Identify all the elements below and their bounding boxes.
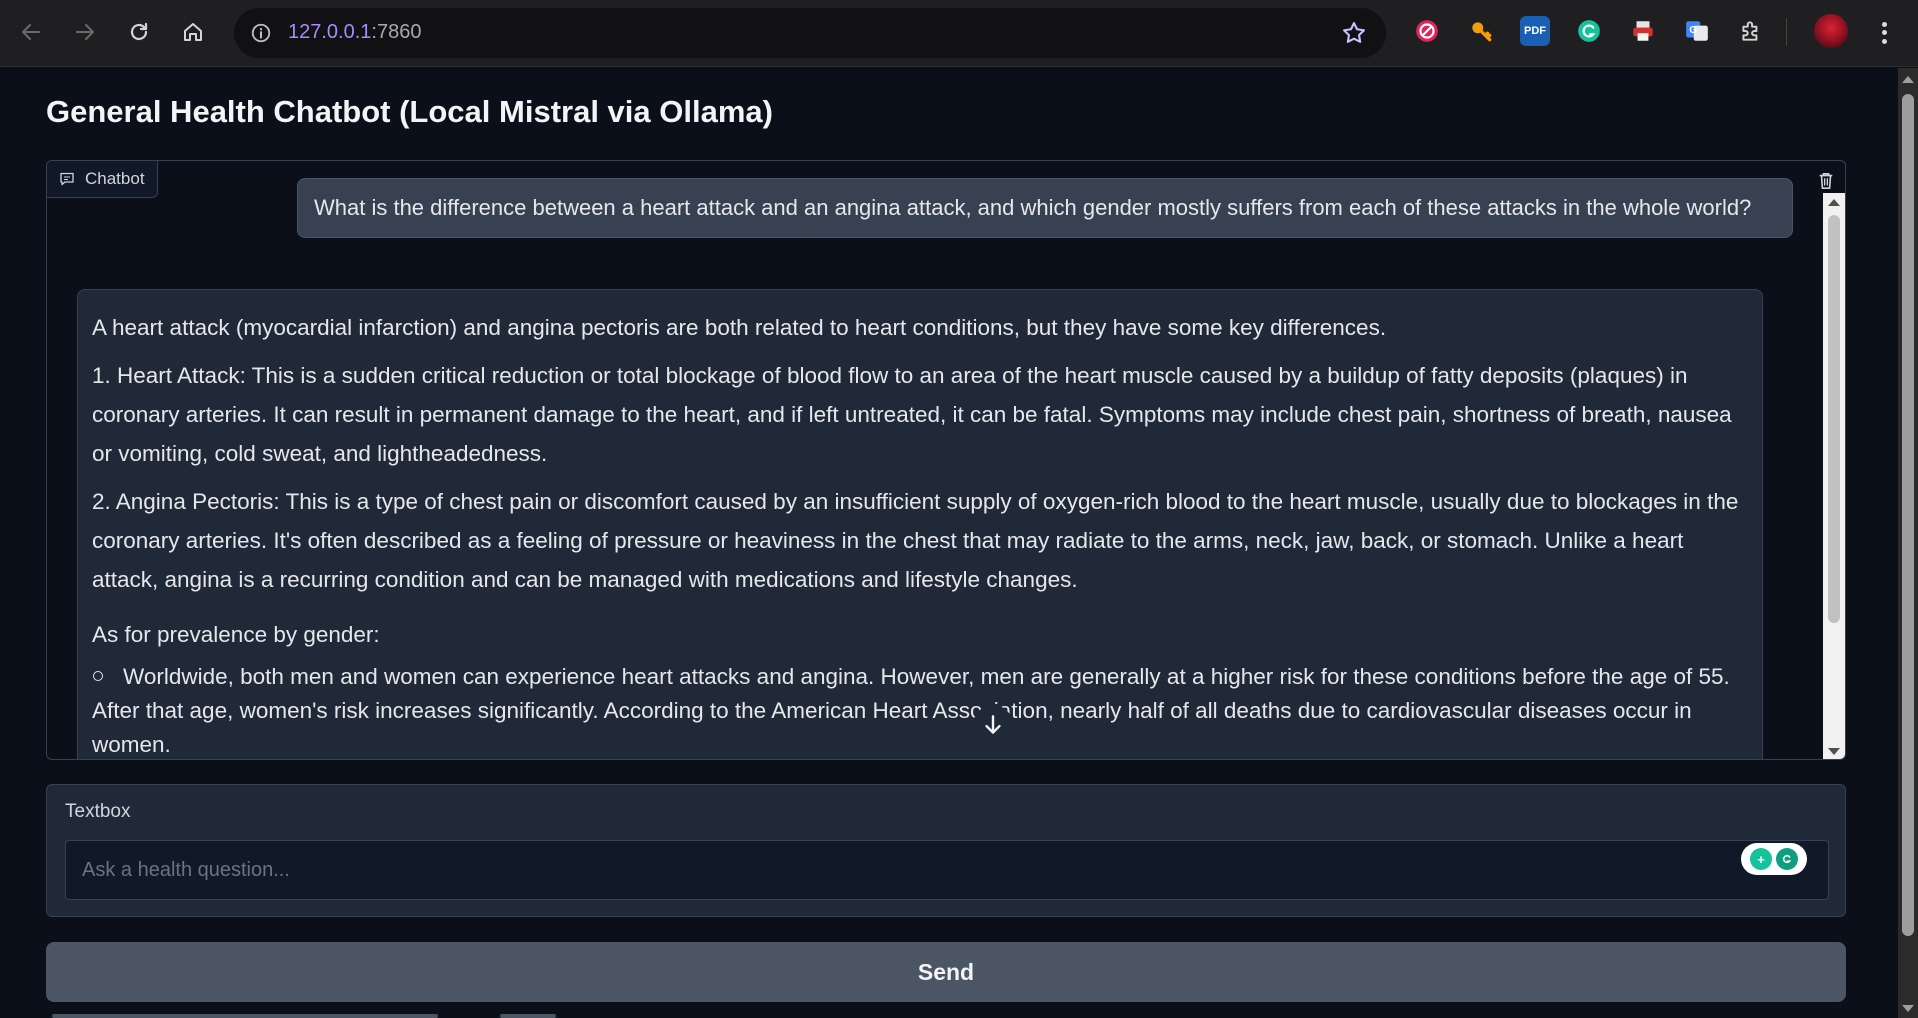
- trash-icon: [1819, 172, 1833, 190]
- printer-icon[interactable]: [1628, 16, 1658, 46]
- site-info-icon[interactable]: [248, 20, 274, 46]
- translate-label: G: [1689, 25, 1697, 36]
- textbox-panel: Textbox +: [46, 784, 1846, 917]
- home-button[interactable]: [176, 15, 210, 49]
- page-title: General Health Chatbot (Local Mistral vi…: [46, 94, 773, 129]
- puzzle-icon[interactable]: [1736, 16, 1766, 46]
- browser-menu-icon[interactable]: [1872, 16, 1896, 50]
- pdf-label: PDF: [1524, 25, 1546, 37]
- arrow-down-icon: [985, 715, 1001, 734]
- grammarly-plus-icon[interactable]: +: [1750, 848, 1772, 870]
- bot-point-angina: 2. Angina Pectoris: This is a type of ch…: [92, 489, 1739, 592]
- clear-chat-button[interactable]: [1813, 167, 1839, 195]
- chatbot-label-text: Chatbot: [85, 169, 145, 188]
- grammarly-widget[interactable]: +: [1741, 843, 1807, 875]
- key-icon[interactable]: [1466, 16, 1496, 46]
- pdf-icon[interactable]: PDF: [1520, 16, 1550, 46]
- reload-icon: [130, 22, 148, 41]
- browser-toolbar: 127.0.0.1:7860 PDF G: [0, 0, 1918, 67]
- scroll-up-arrow-icon[interactable]: [1828, 199, 1840, 206]
- forward-button[interactable]: [68, 15, 102, 49]
- bot-point-heart-attack: 1. Heart Attack: This is a sudden critic…: [92, 363, 1732, 466]
- arrow-left-icon: [22, 24, 40, 40]
- chat-scrollbar[interactable]: [1823, 193, 1845, 759]
- scroll-to-bottom-button[interactable]: [973, 705, 1013, 745]
- url-host: 127.0.0.1: [288, 21, 372, 43]
- chat-scrollbar-thumb[interactable]: [1828, 215, 1840, 623]
- chatbot-label: Chatbot: [47, 161, 158, 198]
- page-scroll-down-icon[interactable]: [1902, 1005, 1914, 1012]
- footer-bar-small: [500, 1014, 556, 1018]
- back-button[interactable]: [14, 15, 48, 49]
- reload-button[interactable]: [122, 15, 156, 49]
- bot-gender-heading: As for prevalence by gender:: [92, 622, 380, 647]
- app-page: General Health Chatbot (Local Mistral vi…: [0, 68, 1898, 1018]
- blocker-icon[interactable]: [1412, 16, 1442, 46]
- address-bar[interactable]: 127.0.0.1:7860: [234, 8, 1386, 58]
- send-button[interactable]: Send: [46, 942, 1846, 1002]
- footer-bar: [52, 1014, 438, 1018]
- chatbot-panel: Chatbot What is the difference between a…: [46, 160, 1846, 760]
- home-icon: [184, 23, 202, 41]
- chat-bubble-icon: [60, 172, 74, 186]
- translate-icon[interactable]: G: [1682, 16, 1712, 46]
- url-port: :7860: [371, 21, 422, 43]
- page-scrollbar[interactable]: [1898, 68, 1918, 1018]
- arrow-right-icon: [76, 24, 94, 40]
- page-scroll-up-icon[interactable]: [1902, 76, 1914, 83]
- bot-bullet-text: Worldwide, both men and women can experi…: [92, 664, 1730, 757]
- profile-avatar[interactable]: [1814, 14, 1848, 48]
- bot-message: A heart attack (myocardial infarction) a…: [77, 289, 1763, 759]
- scroll-down-arrow-icon[interactable]: [1828, 748, 1840, 755]
- bot-bullet-item: Worldwide, both men and women can experi…: [92, 660, 1748, 759]
- bot-intro: A heart attack (myocardial infarction) a…: [92, 315, 1387, 340]
- user-message: What is the difference between a heart a…: [297, 178, 1793, 238]
- bullet-circle-icon: [93, 671, 103, 682]
- textbox-label: Textbox: [65, 801, 131, 822]
- url-text: 127.0.0.1:7860: [288, 21, 421, 44]
- page-scrollbar-thumb[interactable]: [1902, 94, 1914, 936]
- toolbar-divider: [1786, 18, 1787, 46]
- grammarly-g-icon[interactable]: [1776, 848, 1798, 870]
- question-input[interactable]: [65, 840, 1829, 900]
- bookmark-star-icon[interactable]: [1340, 19, 1368, 47]
- grammarly-icon[interactable]: [1574, 16, 1604, 46]
